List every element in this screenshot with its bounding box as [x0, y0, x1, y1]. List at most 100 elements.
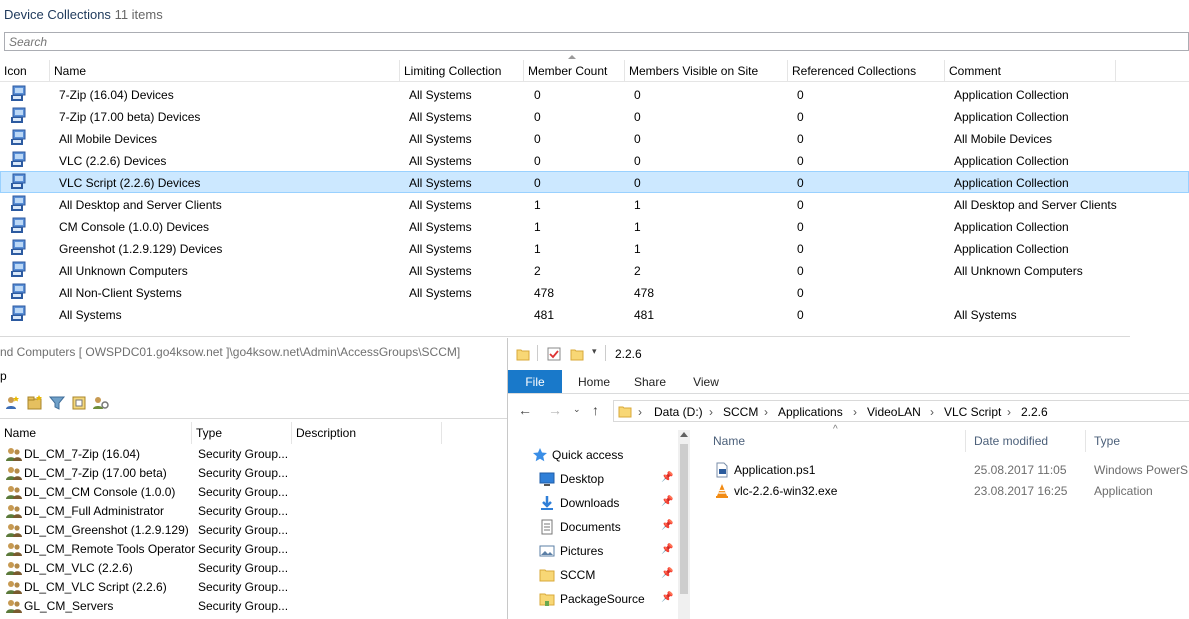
breadcrumb-applications[interactable]: Applications — [778, 405, 843, 419]
group-row[interactable]: DL_CM_7-Zip (17.00 beta) Security Group..… — [0, 464, 507, 483]
pin-icon[interactable]: 📌 — [661, 472, 673, 483]
properties-icon[interactable] — [547, 347, 561, 361]
collection-name: All Unknown Computers — [59, 264, 188, 278]
collection-row[interactable]: All Non-Client Systems All Systems 478 478 0 — [0, 281, 1189, 303]
collection-row[interactable]: VLC Script (2.2.6) Devices All Systems 0 0 0… — [0, 171, 1189, 193]
column-header-name[interactable]: Name — [713, 434, 745, 448]
breadcrumb-data-drive[interactable]: Data (D:) — [654, 405, 703, 419]
column-header-description[interactable]: Description — [292, 422, 442, 444]
column-header-type[interactable]: Type — [192, 422, 292, 444]
nav-item-packagesource[interactable]: PackageSource 📌 — [508, 588, 678, 610]
security-group-icon — [6, 524, 22, 537]
members-visible: 1 — [634, 242, 641, 256]
pin-icon[interactable]: 📌 — [661, 544, 673, 555]
collection-row[interactable]: CM Console (1.0.0) Devices All Systems 1 1 0… — [0, 215, 1189, 237]
group-row[interactable]: DL_CM_7-Zip (16.04) Security Group... — [0, 445, 507, 464]
ad-table-body: DL_CM_7-Zip (16.04) Security Group... DL_C… — [0, 445, 507, 616]
column-header-comment[interactable]: Comment — [945, 60, 1116, 82]
forward-arrow-icon[interactable]: → — [548, 402, 562, 418]
new-user-icon[interactable] — [4, 394, 22, 412]
breadcrumb-separator-icon[interactable]: › — [638, 405, 642, 419]
recent-locations-chevron-icon[interactable]: ⌄ — [573, 404, 581, 415]
breadcrumb-sccm[interactable]: SCCM — [723, 405, 758, 419]
nav-item-pictures[interactable]: Pictures 📌 — [508, 540, 678, 562]
search-input[interactable] — [5, 33, 1188, 50]
column-header-icon[interactable]: Icon — [0, 60, 50, 82]
member-count: 1 — [534, 198, 541, 212]
breadcrumb-separator-icon[interactable]: › — [709, 405, 713, 419]
nav-item-downloads[interactable]: Downloads 📌 — [508, 492, 678, 514]
pin-icon[interactable]: 📌 — [661, 496, 673, 507]
file-row[interactable]: Application.ps1 25.08.2017 11:05 Windows… — [708, 460, 1189, 481]
nav-item-quick-access[interactable]: Quick access — [508, 444, 678, 466]
pin-icon[interactable]: 📌 — [661, 592, 673, 603]
group-row[interactable]: DL_CM_CM Console (1.0.0) Security Group..… — [0, 483, 507, 502]
customize-toolbar-chevron-icon[interactable]: ▾ — [592, 346, 597, 357]
scroll-up-arrow-icon[interactable] — [680, 432, 688, 437]
breadcrumb-vlc-script[interactable]: VLC Script — [944, 405, 1001, 419]
breadcrumb-videolan[interactable]: VideoLAN — [867, 405, 921, 419]
search-box[interactable] — [4, 32, 1189, 51]
breadcrumb-separator-icon[interactable]: › — [930, 405, 934, 419]
tab-share[interactable]: Share — [626, 370, 674, 393]
nav-item-sccm[interactable]: SCCM 📌 — [508, 564, 678, 586]
group-row[interactable]: DL_CM_VLC Script (2.2.6) Security Group..… — [0, 578, 507, 597]
add-to-group-icon[interactable] — [70, 394, 88, 412]
device-collection-icon — [11, 217, 26, 233]
breadcrumb-current-folder[interactable]: 2.2.6 — [1021, 405, 1048, 419]
column-header-type[interactable]: Type — [1094, 434, 1120, 448]
group-row[interactable]: DL_CM_VLC (2.2.6) Security Group... — [0, 559, 507, 578]
group-name: DL_CM_7-Zip (16.04) — [24, 447, 141, 461]
tab-file[interactable]: File — [508, 370, 562, 393]
group-name: DL_CM_CM Console (1.0.0) — [24, 485, 176, 499]
tab-view[interactable]: View — [682, 370, 730, 393]
delegate-icon[interactable] — [92, 394, 110, 412]
nav-item-desktop[interactable]: Desktop 📌 — [508, 468, 678, 490]
address-bar[interactable]: › Data (D:) › SCCM › Applications › Vide… — [613, 400, 1189, 422]
panel-title-text: Device Collections — [4, 7, 111, 22]
pin-icon[interactable]: 📌 — [661, 520, 673, 531]
collection-row[interactable]: All Desktop and Server Clients All System… — [0, 193, 1189, 215]
collection-row[interactable]: VLC (2.2.6) Devices All Systems 0 0 0 Applica… — [0, 149, 1189, 171]
collection-row[interactable]: 7-Zip (17.00 beta) Devices All Systems 0 0 0… — [0, 105, 1189, 127]
column-header-referenced-collections[interactable]: Referenced Collections — [788, 60, 945, 82]
breadcrumb-separator-icon[interactable]: › — [764, 405, 768, 419]
group-row[interactable]: DL_CM_Remote Tools Operator Security Grou… — [0, 540, 507, 559]
group-row[interactable]: DL_CM_Greenshot (1.2.9.129) Security Grou… — [0, 521, 507, 540]
nav-item-documents[interactable]: Documents 📌 — [508, 516, 678, 538]
scrollbar-thumb[interactable] — [680, 444, 688, 594]
group-type: Security Group... — [198, 504, 289, 518]
group-row[interactable]: GL_CM_Servers Security Group... — [0, 597, 507, 616]
file-row[interactable]: vlc-2.2.6-win32.exe 23.08.2017 16:25 App… — [708, 481, 1189, 502]
panel-divider — [0, 336, 1130, 337]
column-header-members-visible[interactable]: Members Visible on Site — [625, 60, 788, 82]
column-header-member-count[interactable]: Member Count — [524, 60, 625, 82]
filter-icon[interactable] — [48, 394, 66, 412]
column-header-date-modified[interactable]: Date modified — [974, 434, 1048, 448]
collection-row[interactable]: All Systems 481 481 0 All Systems — [0, 303, 1189, 325]
column-separator[interactable] — [965, 430, 966, 452]
collection-row[interactable]: All Unknown Computers All Systems 2 2 0 All U… — [0, 259, 1189, 281]
menu-fragment[interactable]: p — [0, 369, 7, 383]
breadcrumb-separator-icon[interactable]: › — [1007, 405, 1011, 419]
collection-row[interactable]: Greenshot (1.2.9.129) Devices All Systems… — [0, 237, 1189, 259]
up-arrow-icon[interactable]: ↑ — [592, 402, 599, 418]
ad-console-path: nd Computers [ OWSPDC01.go4ksow.net ]\go… — [0, 345, 461, 359]
back-arrow-icon[interactable]: ← — [518, 402, 532, 418]
pin-icon[interactable]: 📌 — [661, 568, 673, 579]
collection-row[interactable]: All Mobile Devices All Systems 0 0 0 All Mobi… — [0, 127, 1189, 149]
new-group-icon[interactable] — [26, 394, 44, 412]
member-count: 0 — [534, 110, 541, 124]
collection-row[interactable]: 7-Zip (16.04) Devices All Systems 0 0 0 Appli… — [0, 83, 1189, 105]
nav-item-label: Desktop — [560, 472, 605, 486]
column-separator[interactable] — [1085, 430, 1086, 452]
new-folder-icon[interactable] — [570, 347, 584, 361]
tab-home[interactable]: Home — [570, 370, 618, 393]
breadcrumb-separator-icon[interactable]: › — [853, 405, 857, 419]
column-header-name[interactable]: Name — [0, 422, 192, 444]
group-row[interactable]: DL_CM_Full Administrator Security Group..… — [0, 502, 507, 521]
column-header-name[interactable]: Name — [50, 60, 400, 82]
member-count: 1 — [534, 242, 541, 256]
column-header-limiting-collection[interactable]: Limiting Collection — [400, 60, 524, 82]
nav-pane-scrollbar[interactable] — [678, 430, 690, 619]
